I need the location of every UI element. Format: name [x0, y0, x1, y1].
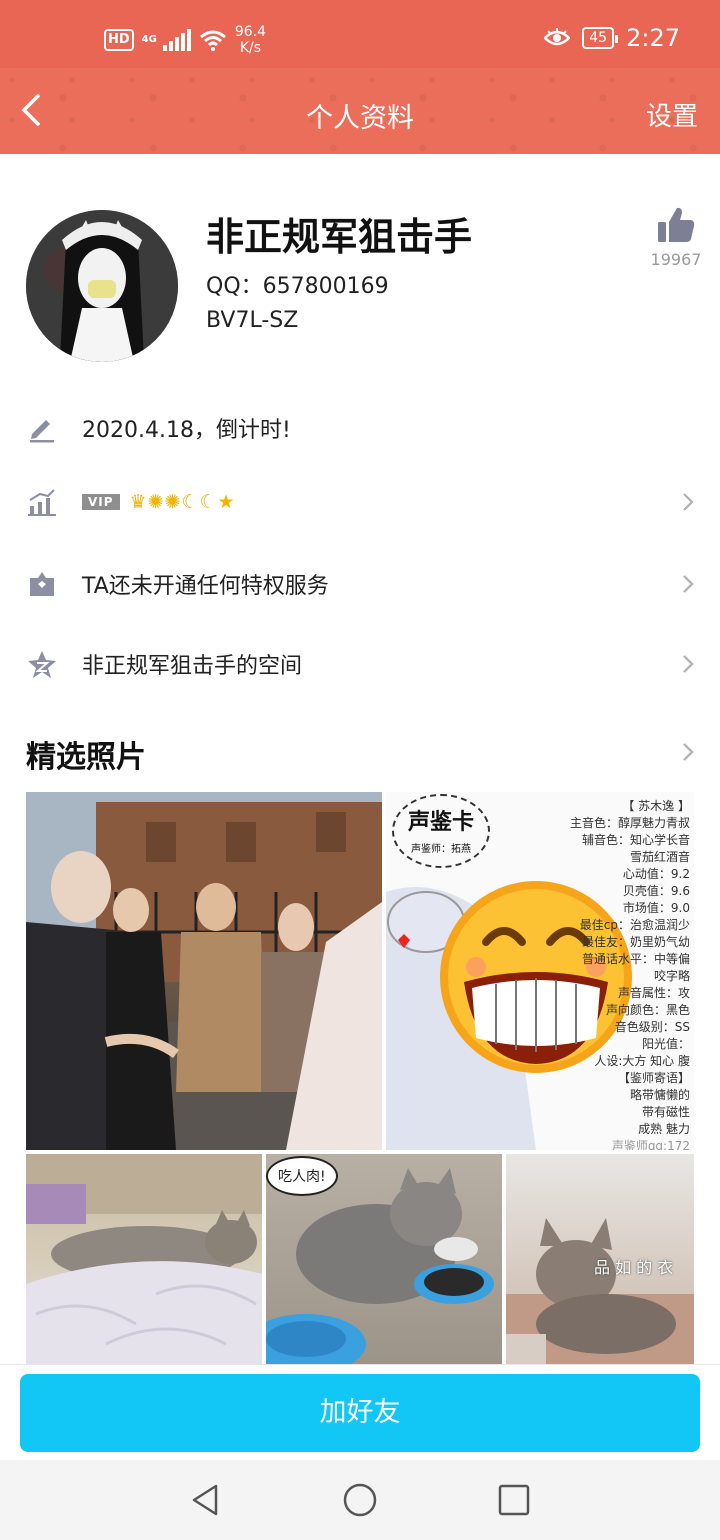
thumbs-up-icon: [658, 207, 695, 242]
level-chart-icon: [28, 489, 56, 516]
speech-bubble: 吃人肉!: [266, 1156, 338, 1196]
system-nav-bar: [0, 1460, 720, 1540]
card-line: 声音属性：攻: [617, 986, 690, 1000]
chevron-right-icon: [683, 575, 694, 593]
card-line: 心动值：9.2: [622, 867, 690, 881]
card-line: 主音色：醇厚魅力青叔: [569, 816, 690, 830]
card-line: 最佳友：奶里奶气幼: [581, 935, 690, 949]
stamp-subtitle: 声鉴师：拓燕: [411, 844, 471, 855]
like-button[interactable]: 19967: [648, 206, 704, 269]
level-icons: ♛✺✺☾☾★: [129, 491, 236, 513]
speed-unit: K/s: [239, 40, 262, 56]
add-friend-button[interactable]: 加好友: [20, 1374, 700, 1452]
photo-5[interactable]: 品 如 的 衣: [506, 1154, 694, 1364]
cat-lying-image: [26, 1154, 262, 1364]
clock: 2:27: [626, 24, 680, 52]
avatar[interactable]: [26, 210, 178, 362]
space-row[interactable]: 非正规军狙击手的空间: [0, 634, 720, 694]
space-text: 非正规军狙击手的空间: [82, 654, 303, 679]
chevron-right-icon: [683, 655, 694, 673]
card-line: 雪茄红酒音: [629, 850, 690, 864]
eye-icon: [544, 28, 571, 46]
card-line: 【鉴师寄语】: [617, 1071, 690, 1085]
card-line: 人设:大方 知心 腹: [594, 1054, 690, 1068]
card-line: 【 苏木逸 】: [622, 799, 690, 813]
signature-text: 2020.4.18，倒计时!: [82, 418, 291, 443]
nav-home-icon[interactable]: [342, 1482, 378, 1518]
user-code: BV7L-SZ: [206, 308, 299, 333]
crown-box-icon: [30, 572, 54, 596]
title-bar: 个人资料 设置: [0, 68, 720, 154]
network-type: 4G: [141, 34, 157, 45]
avatar-image: [26, 210, 178, 362]
card-line: 声鉴师qq:172: [611, 1139, 690, 1150]
status-bar: HD 4G 96.4 K/s 45 2:27: [0, 0, 720, 68]
signature-row[interactable]: 2020.4.18，倒计时!: [0, 398, 720, 458]
card-line: 成熟 魅力: [638, 1122, 690, 1136]
status-right: 45 2:27: [544, 24, 680, 52]
speed-value: 96.4: [234, 24, 267, 40]
voice-card-text: 【 苏木逸 】 主音色：醇厚魅力青叔 辅音色：知心学长音 雪茄红酒音 心动值：9…: [570, 798, 690, 1150]
chevron-right-icon[interactable]: [680, 740, 696, 764]
vip-levels: VIP ♛✺✺☾☾★: [82, 491, 236, 513]
stamp-title: 声鉴卡: [407, 809, 474, 835]
settings-button[interactable]: 设置: [646, 96, 698, 133]
voice-card-stamp: 声鉴卡 声鉴师：拓燕: [392, 794, 490, 868]
page-title: 个人资料: [306, 103, 414, 134]
featured-photos-title: 精选照片: [26, 740, 146, 775]
card-line: 略带慵懒的: [629, 1088, 690, 1102]
card-line: 最佳cp：治愈温润少: [579, 918, 690, 932]
privilege-text: TA还未开通任何特权服务: [82, 574, 329, 599]
signal-icon: [162, 29, 191, 51]
nav-back-icon[interactable]: [188, 1482, 224, 1518]
card-line: 带有磁性: [641, 1105, 690, 1119]
card-line: 咬字略: [653, 969, 690, 983]
photo-2[interactable]: 声鉴卡 声鉴师：拓燕 【 苏木逸 】 主音色：醇厚魅力青叔 辅音色：知心学长音 …: [386, 792, 694, 1150]
privilege-row[interactable]: TA还未开通任何特权服务: [0, 554, 720, 614]
card-line: 音色级别：SS: [614, 1020, 690, 1034]
card-line: 市场值：9.0: [622, 901, 690, 915]
card-line: 贝壳值：9.6: [622, 884, 690, 898]
vip-badge: VIP: [82, 494, 120, 510]
photo-group-street: [26, 792, 382, 1150]
nav-recents-icon[interactable]: [496, 1482, 532, 1518]
hd-voice-icon: HD: [104, 29, 134, 51]
photo-1[interactable]: [26, 792, 382, 1150]
card-line: 阳光值：: [641, 1037, 690, 1051]
card-line: 辅音色：知心学长音: [581, 833, 690, 847]
card-line: 声向颜色：黑色: [605, 1003, 690, 1017]
pencil-icon: [30, 420, 54, 443]
photo-3[interactable]: [26, 1154, 262, 1364]
photo-4[interactable]: 吃人肉!: [266, 1154, 502, 1364]
profile-name: 非正规军狙击手: [206, 215, 473, 259]
star-space-icon: [28, 651, 56, 678]
photo-caption: 品 如 的 衣: [594, 1258, 674, 1277]
battery-icon: 45: [582, 27, 618, 49]
card-line: 普通话水平：中等偏: [581, 952, 690, 966]
like-count: 19967: [650, 250, 702, 269]
level-row[interactable]: VIP ♛✺✺☾☾★: [0, 472, 720, 532]
status-left: HD 4G 96.4 K/s: [104, 24, 266, 56]
qq-number: QQ：657800169: [206, 274, 389, 299]
chevron-right-icon: [683, 493, 694, 511]
wifi-icon: [199, 30, 226, 51]
network-speed: 96.4 K/s: [235, 24, 266, 56]
